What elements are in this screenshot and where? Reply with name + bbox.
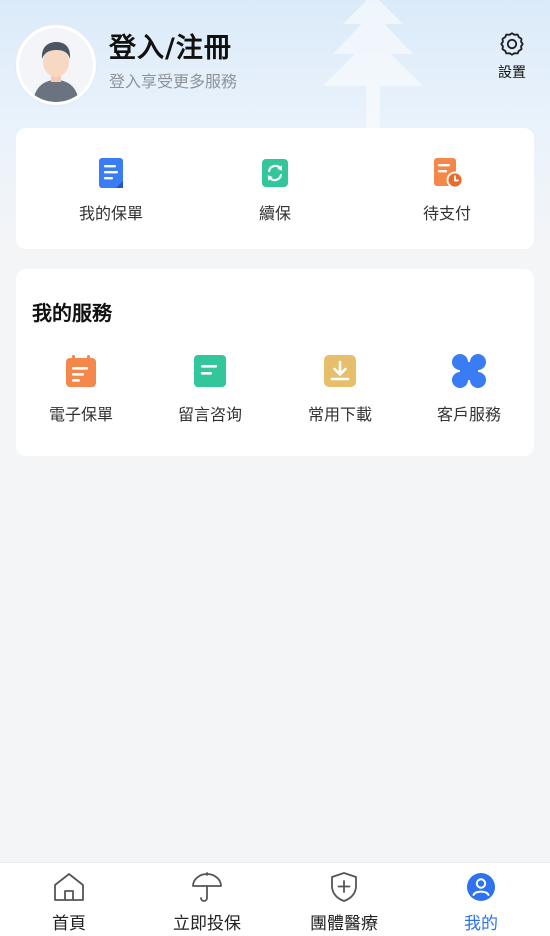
e-policy-label: 電子保單 [48,405,113,424]
grid-icon [452,354,486,388]
e-policy-icon [66,355,96,387]
document-icon [99,158,123,188]
shield-icon [331,872,357,902]
e-policy-button[interactable]: 電子保單 [21,353,141,425]
renew-button[interactable]: 續保 [190,156,360,224]
tab-home[interactable]: 首頁 [14,871,124,934]
renew-icon [262,159,288,187]
tab-home-label: 首頁 [52,914,86,934]
tree-watermark-icon [323,0,423,134]
renew-label: 續保 [258,204,291,223]
message-consult-button[interactable]: 留言咨询 [150,353,270,425]
tab-mine[interactable]: 我的 [426,871,536,934]
pending-payment-icon [434,158,464,189]
pending-payment-label: 待支付 [422,204,471,223]
settings-label: 設置 [498,65,526,81]
home-icon [54,873,84,901]
tab-group-medical[interactable]: 團體醫療 [289,871,399,934]
umbrella-icon [192,872,222,902]
policy-quick-card: 我的保單 續保 待支付 [16,128,534,249]
message-consult-label: 留言咨询 [177,405,242,424]
login-register-title[interactable]: 登入/注冊 [109,26,232,65]
pending-payment-button[interactable]: 待支付 [362,156,532,224]
download-icon [324,355,356,387]
avatar-illustration [19,28,93,102]
customer-service-button[interactable]: 客戶服務 [409,353,529,425]
my-policy-button[interactable]: 我的保單 [26,156,196,224]
common-downloads-button[interactable]: 常用下載 [280,353,400,425]
common-downloads-label: 常用下載 [307,405,372,424]
message-icon [194,355,226,387]
gear-icon [500,32,524,56]
avatar[interactable] [16,25,96,105]
services-title: 我的服務 [32,301,112,325]
tab-mine-label: 我的 [464,914,498,934]
settings-button[interactable]: 設置 [490,30,534,90]
tab-group-medical-label: 團體醫療 [310,914,378,934]
profile-icon [467,873,495,901]
tab-buy-insurance[interactable]: 立即投保 [152,871,262,934]
tab-buy-insurance-label: 立即投保 [173,914,241,934]
customer-service-label: 客戶服務 [436,405,501,424]
login-subtitle: 登入享受更多服務 [109,72,238,91]
my-policy-label: 我的保單 [78,204,143,223]
my-services-card: 我的服務 電子保單 留言咨询 常用下載 客戶服務 [16,269,534,456]
bottom-tab-bar: 首頁 立即投保 團體醫療 我的 [0,862,550,936]
